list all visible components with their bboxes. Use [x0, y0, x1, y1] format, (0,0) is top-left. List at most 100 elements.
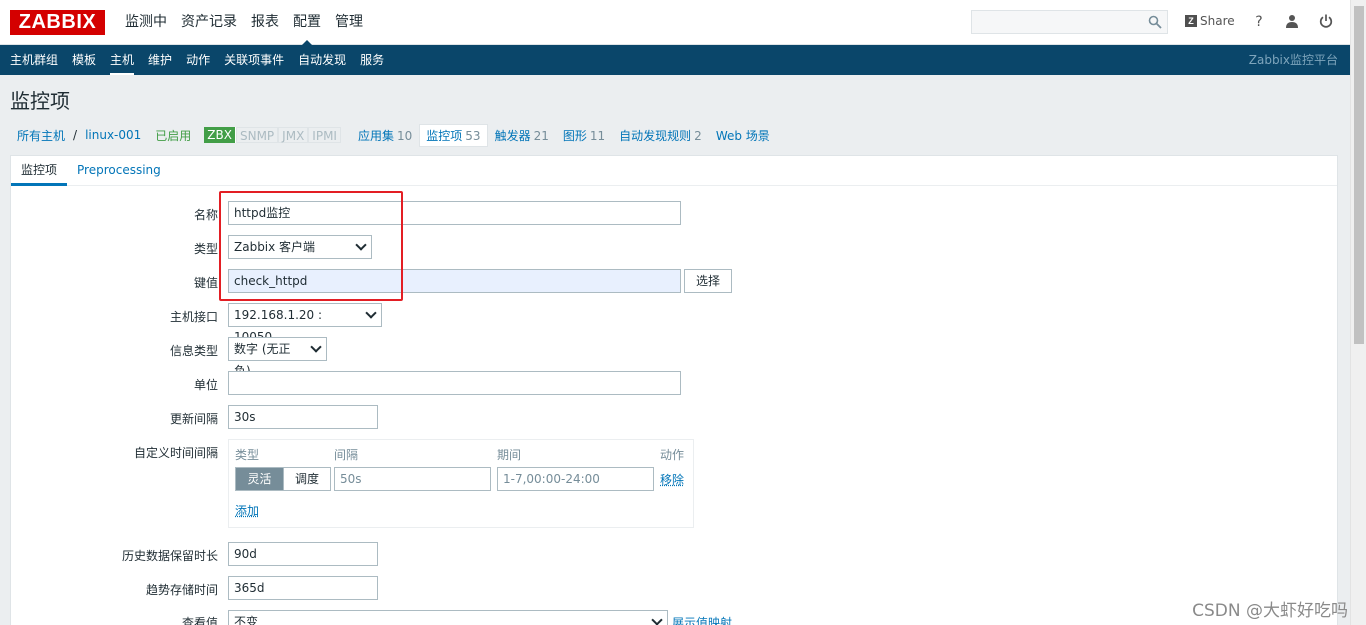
power-icon[interactable]: [1318, 14, 1334, 30]
triggers-label: 触发器: [494, 128, 531, 143]
top-header: ZABBIX 监测中 资产记录 报表 配置 管理 Z Share ?: [0, 0, 1350, 46]
history-label: 历史数据保留时长: [121, 549, 218, 563]
custom-period-input[interactable]: 1-7,00:00-24:00: [497, 467, 654, 491]
triggers-count: 21: [533, 128, 549, 143]
chevron-down-icon: [355, 239, 367, 251]
custom-header-type: 类型: [235, 448, 260, 462]
graphs-count: 11: [589, 128, 606, 143]
items-count: 53: [465, 128, 481, 143]
watermark: CSDN @大虾好吃吗: [1192, 601, 1348, 621]
custom-header-interval: 间隔: [334, 448, 359, 462]
chevron-down-icon: [310, 341, 322, 353]
trends-label: 趋势存储时间: [145, 583, 218, 597]
form-tabs: 监控项 Preprocessing: [11, 156, 1337, 186]
graphs-label: 图形: [562, 128, 587, 143]
nav-configuration[interactable]: 配置: [286, 0, 328, 46]
sub-nav: 主机群组 模板 主机 维护 动作 关联项事件 自动发现 服务 Zabbix监控平…: [0, 45, 1350, 75]
tab-preprocessing[interactable]: Preprocessing: [67, 156, 171, 185]
nav-monitoring[interactable]: 监测中: [118, 0, 174, 45]
subnav-maintenance[interactable]: 维护: [141, 45, 179, 75]
update-interval-label: 更新间隔: [169, 412, 218, 426]
breadcrumb-items[interactable]: 监控项 53: [419, 123, 488, 147]
subnav-host-groups[interactable]: 主机群组: [3, 45, 65, 75]
show-value-label: 查看值: [181, 616, 218, 625]
items-label: 监控项: [426, 128, 463, 143]
host-status[interactable]: 已启用: [148, 127, 198, 144]
main-nav: 监测中 资产记录 报表 配置 管理: [118, 0, 370, 46]
key-input[interactable]: check_httpd: [228, 269, 681, 293]
zabbix-logo[interactable]: ZABBIX: [10, 10, 105, 35]
info-type-label: 信息类型: [169, 344, 218, 358]
discovery-rules-count: 2: [694, 128, 702, 143]
share-icon: Z: [1185, 15, 1197, 27]
web-scenarios-label: Web 场景: [715, 128, 770, 143]
share-label: Share: [1200, 14, 1235, 28]
user-icon[interactable]: [1284, 14, 1300, 30]
breadcrumb-discovery-rules[interactable]: 自动发现规则 2: [612, 127, 709, 144]
badge-snmp: SNMP: [235, 127, 279, 143]
chevron-down-icon: [365, 307, 377, 319]
subnav-discovery[interactable]: 自动发现: [291, 45, 353, 75]
type-select-value: Zabbix 客户端: [234, 240, 316, 254]
key-label: 键值: [193, 276, 218, 290]
breadcrumb-graphs[interactable]: 图形 11: [556, 127, 612, 144]
applications-label: 应用集: [357, 128, 394, 143]
custom-header-period: 期间: [497, 448, 522, 462]
custom-intervals-table: 类型 间隔 期间 动作 灵活 调度 50s 1-7,00:00-24:00 移除…: [228, 439, 694, 528]
subnav-hosts[interactable]: 主机: [103, 45, 141, 75]
trends-input[interactable]: 365d: [228, 576, 378, 600]
remove-interval-link[interactable]: 移除: [660, 471, 684, 488]
breadcrumb-web-scenarios[interactable]: Web 场景: [709, 127, 777, 144]
breadcrumb-applications[interactable]: 应用集 10: [351, 127, 419, 144]
availability-badges: ZBX SNMP JMX IPMI: [204, 127, 341, 143]
badge-ipmi: IPMI: [308, 127, 341, 143]
custom-intervals-label: 自定义时间间隔: [133, 446, 218, 460]
help-icon[interactable]: ?: [1251, 14, 1267, 30]
interface-select[interactable]: 192.168.1.20 : 10050: [228, 303, 382, 344]
update-interval-input[interactable]: 30s: [228, 405, 378, 429]
subnav-actions[interactable]: 动作: [179, 45, 217, 75]
platform-name: Zabbix监控平台: [1248, 53, 1338, 67]
applications-count: 10: [396, 128, 413, 143]
interface-label: 主机接口: [169, 310, 218, 324]
breadcrumb-triggers[interactable]: 触发器 21: [488, 127, 556, 144]
nav-inventory[interactable]: 资产记录: [174, 0, 244, 45]
interval-type-toggle: 灵活 调度: [235, 467, 331, 491]
show-value-select[interactable]: 不变: [228, 610, 668, 625]
discovery-rules-label: 自动发现规则: [619, 128, 692, 143]
page-title: 监控项: [10, 89, 70, 113]
badge-jmx: JMX: [278, 127, 309, 143]
breadcrumb-host[interactable]: linux-001: [78, 128, 148, 142]
search-input[interactable]: [971, 10, 1168, 34]
custom-interval-input[interactable]: 50s: [334, 467, 491, 491]
vertical-scrollbar[interactable]: [1350, 0, 1366, 625]
units-input[interactable]: [228, 371, 681, 395]
nav-administration[interactable]: 管理: [328, 0, 370, 45]
subnav-correlation[interactable]: 关联项事件: [217, 45, 291, 75]
share-button[interactable]: Z Share: [1185, 14, 1235, 28]
show-value-mappings-link[interactable]: 展示值映射: [672, 614, 732, 625]
add-interval-link[interactable]: 添加: [235, 502, 259, 519]
units-label: 单位: [193, 378, 218, 392]
name-label: 名称: [193, 208, 218, 222]
breadcrumb-all-hosts[interactable]: 所有主机: [10, 127, 72, 144]
custom-header-action: 动作: [660, 448, 685, 462]
show-value-select-value: 不变: [234, 615, 259, 625]
tab-item[interactable]: 监控项: [11, 156, 68, 186]
scrollbar-thumb[interactable]: [1354, 6, 1364, 344]
type-label: 类型: [193, 242, 218, 256]
subnav-services[interactable]: 服务: [353, 45, 391, 75]
breadcrumb: 所有主机 / linux-001 已启用 ZBX SNMP JMX IPMI 应…: [10, 123, 777, 147]
info-type-select[interactable]: 数字 (无正负): [228, 337, 327, 378]
flexible-toggle[interactable]: 灵活: [236, 468, 283, 490]
select-key-button[interactable]: 选择: [684, 269, 732, 293]
search-icon[interactable]: [1148, 15, 1162, 29]
chevron-down-icon: [651, 614, 663, 625]
name-input[interactable]: httpd监控: [228, 201, 681, 225]
type-select[interactable]: Zabbix 客户端: [228, 235, 372, 259]
scheduling-toggle[interactable]: 调度: [283, 468, 330, 490]
nav-reports[interactable]: 报表: [244, 0, 286, 45]
badge-zbx: ZBX: [204, 127, 236, 143]
subnav-templates[interactable]: 模板: [65, 45, 103, 75]
history-input[interactable]: 90d: [228, 542, 378, 566]
